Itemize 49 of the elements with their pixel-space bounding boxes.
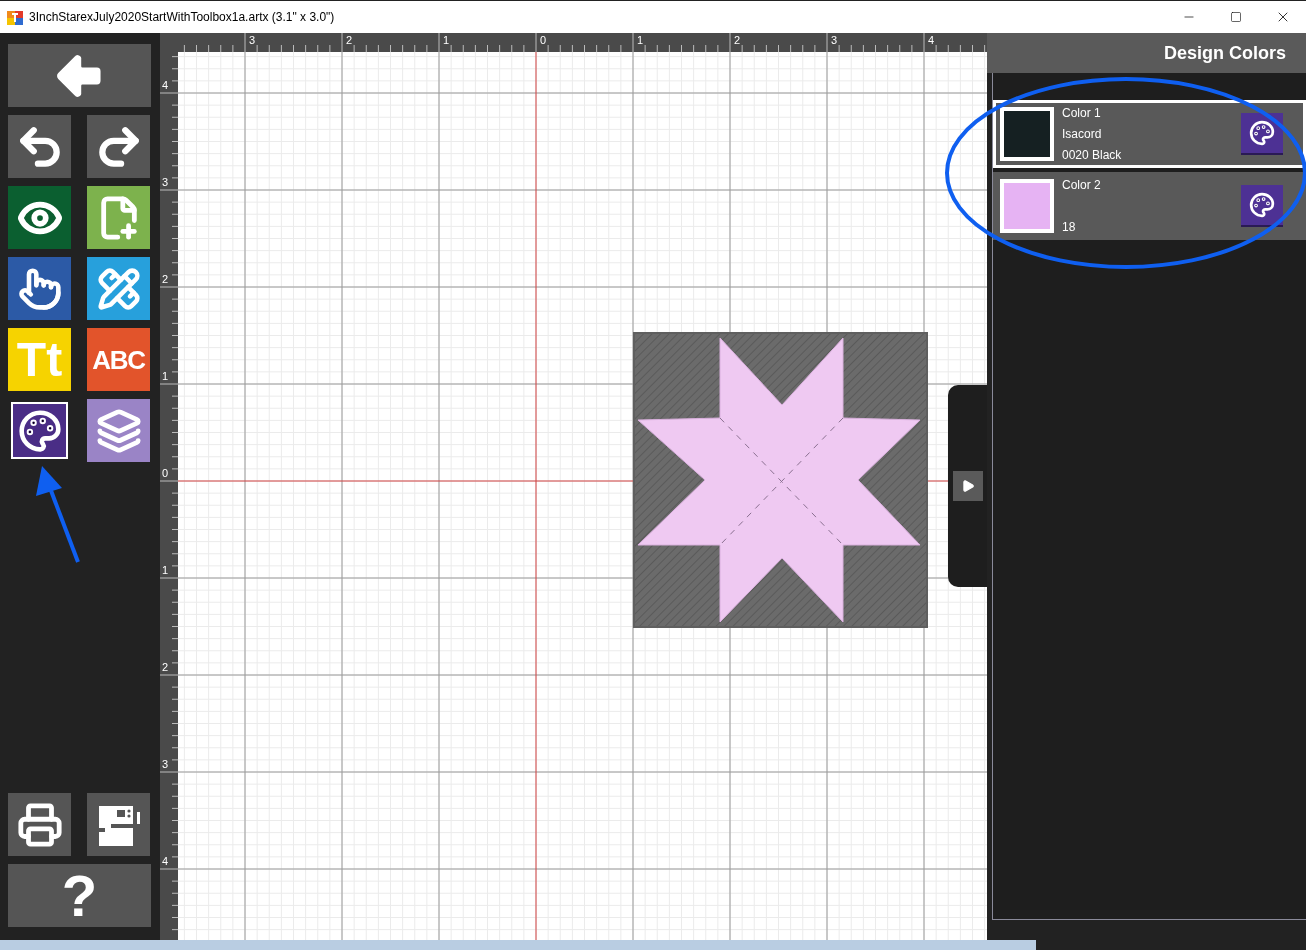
pencil-icon: [96, 266, 141, 311]
back-button[interactable]: [8, 44, 151, 107]
sew-button[interactable]: [87, 793, 150, 856]
color-name: Color 2: [1062, 177, 1101, 194]
color-row[interactable]: Color 1 Isacord 0020 Black: [993, 100, 1306, 168]
maximize-icon: [1229, 11, 1242, 23]
ruler-label: 4: [928, 33, 935, 47]
embroidery-star-drawing[interactable]: [633, 332, 928, 628]
ruler-label: 1: [162, 370, 169, 382]
color-name: Color 1: [1062, 105, 1102, 122]
ruler-label: 1: [443, 33, 450, 47]
play-triangle-icon: [960, 479, 975, 493]
ruler-label: 0: [162, 467, 169, 479]
select-button[interactable]: [8, 257, 71, 320]
expand-button[interactable]: [952, 471, 983, 501]
color-row[interactable]: Color 2 18: [993, 172, 1306, 240]
thread-number: 0020 Black: [1062, 147, 1122, 164]
undo-button[interactable]: [8, 115, 71, 178]
ruler-label: 4: [162, 855, 169, 867]
thread-number: 18: [1062, 219, 1077, 236]
ruler-label: 1: [162, 564, 169, 576]
ruler-label: 1: [637, 33, 644, 47]
help-button[interactable]: ?: [8, 864, 151, 927]
ruler-label: 2: [734, 33, 741, 47]
ruler-label: 2: [162, 661, 169, 673]
layers-icon: [95, 407, 142, 454]
layers-button[interactable]: [87, 399, 150, 462]
ruler-label: 3: [162, 176, 169, 188]
thread-brand: Isacord: [1062, 126, 1103, 143]
app-icon: [7, 9, 23, 25]
monogram-button[interactable]: ABC: [87, 328, 150, 391]
ruler-label: 3: [249, 33, 256, 47]
pointer-hand-icon: [17, 266, 62, 311]
ruler-label: 2: [162, 273, 169, 285]
horizontal-scrollbar[interactable]: [0, 940, 1036, 950]
grid-canvas[interactable]: [178, 52, 987, 940]
ruler-label: 0: [540, 33, 547, 47]
panel-title: Design Colors: [1163, 41, 1286, 65]
ruler-label: 2: [346, 33, 353, 47]
ruler-label: 4: [162, 79, 169, 91]
view-button[interactable]: [8, 186, 71, 249]
ruler-label: 3: [831, 33, 838, 47]
window-title: 3InchStarexJuly2020StartWithToolbox1a.artx (3.1" x 3.0"): [29, 9, 335, 26]
ruler-label: 3: [162, 758, 169, 770]
redo-button[interactable]: [87, 115, 150, 178]
edit-button[interactable]: [87, 257, 150, 320]
colors-button[interactable]: [8, 399, 71, 462]
printer-icon: [16, 801, 63, 848]
print-button[interactable]: [8, 793, 71, 856]
